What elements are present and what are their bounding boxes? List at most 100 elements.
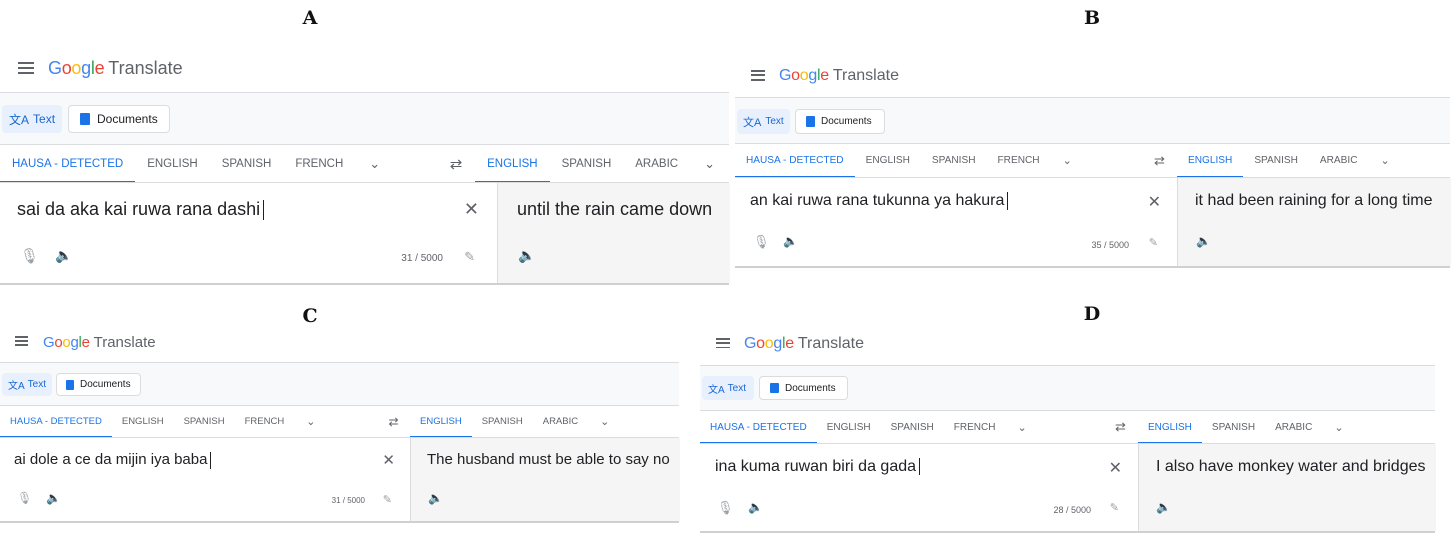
app-header: Google Translate — [735, 56, 1450, 96]
source-lang-tab[interactable]: FRENCH — [235, 406, 295, 437]
source-text[interactable]: ina kuma ruwan biri da gada — [715, 458, 921, 476]
documents-mode-label: Documents — [97, 112, 158, 126]
target-lang-tab[interactable]: ARABIC — [623, 145, 690, 182]
app-logo: Google Translate — [744, 335, 864, 353]
source-text-area[interactable]: ina kuma ruwan biri da gada ✕ 🎙 🔈 28 / 5000 ✎ — [700, 444, 1138, 531]
text-cursor — [210, 451, 212, 469]
microphone-icon[interactable]: 🎙 — [717, 500, 734, 516]
target-lang-tab[interactable]: SPANISH — [1243, 144, 1309, 177]
target-lang-tab[interactable]: ARABIC — [1265, 411, 1322, 443]
app-header: Google Translate — [0, 45, 729, 91]
source-text-area[interactable]: sai da aka kai ruwa rana dashi ✕ 🎙 🔈 31 / 50… — [0, 183, 497, 283]
speaker-icon[interactable]: 🔈 — [748, 500, 763, 514]
documents-mode-label: Documents — [785, 382, 836, 394]
swap-icon[interactable]: ⇄ — [1103, 411, 1138, 443]
pencil-icon[interactable]: ✎ — [1110, 501, 1119, 514]
pencil-icon[interactable]: ✎ — [1149, 236, 1158, 249]
source-lang-tab[interactable]: SPANISH — [174, 406, 235, 437]
target-lang-tab[interactable]: ENGLISH — [475, 145, 550, 183]
source-text-value: ai dole a ce da mijin iya baba — [14, 451, 208, 468]
chevron-down-icon[interactable]: ⌄ — [690, 145, 729, 182]
target-lang-tab[interactable]: ENGLISH — [410, 406, 472, 438]
target-lang-tab[interactable]: SPANISH — [472, 406, 533, 437]
text-mode-button[interactable]: 文A Text — [702, 376, 754, 400]
text-mode-label: Text — [765, 116, 784, 127]
chevron-down-icon[interactable]: ⌄ — [1051, 144, 1084, 177]
source-text-area[interactable]: an kai ruwa rana tukunna ya hakura ✕ 🎙 🔈 35 … — [735, 178, 1177, 266]
chevron-down-icon[interactable]: ⌄ — [1005, 411, 1038, 443]
source-lang-tab[interactable]: FRENCH — [987, 144, 1051, 177]
source-lang-tab[interactable]: HAUSA - DETECTED — [0, 145, 136, 183]
source-text[interactable]: sai da aka kai ruwa rana dashi — [17, 199, 265, 221]
target-lang-tab[interactable]: ARABIC — [1309, 144, 1369, 177]
source-lang-tab[interactable]: ENGLISH — [855, 144, 921, 177]
target-lang-tab[interactable]: ARABIC — [533, 406, 588, 437]
microphone-icon[interactable]: 🎙 — [20, 247, 39, 265]
speaker-icon[interactable]: 🔈 — [46, 491, 61, 505]
text-mode-button[interactable]: 文A Text — [737, 109, 790, 134]
chevron-down-icon[interactable]: ⌄ — [588, 406, 621, 437]
source-text[interactable]: an kai ruwa rana tukunna ya hakura — [750, 192, 1009, 210]
documents-mode-button[interactable]: Documents — [56, 373, 141, 396]
google-wordmark: Google — [43, 333, 90, 351]
menu-icon[interactable] — [18, 62, 34, 74]
target-lang-tab[interactable]: ENGLISH — [1177, 144, 1244, 178]
target-lang-tab[interactable]: SPANISH — [550, 145, 624, 182]
source-lang-tab[interactable]: ENGLISH — [135, 145, 210, 182]
panel-label-d: D — [1083, 303, 1101, 325]
google-wordmark: Google — [48, 57, 105, 78]
source-lang-tab[interactable]: FRENCH — [283, 145, 355, 182]
speaker-icon[interactable]: 🔈 — [1196, 234, 1211, 248]
app-header: Google Translate — [0, 323, 679, 361]
speaker-icon[interactable]: 🔈 — [428, 491, 443, 505]
pencil-icon[interactable]: ✎ — [464, 249, 475, 265]
swap-icon[interactable]: ⇄ — [377, 406, 410, 437]
menu-icon[interactable] — [751, 70, 767, 82]
target-lang-tab[interactable]: SPANISH — [1202, 411, 1265, 443]
language-bar: HAUSA - DETECTED ENGLISH SPANISH FRENCH ⌄ ⇄ EN… — [0, 145, 729, 183]
speaker-icon[interactable]: 🔈 — [1156, 500, 1171, 514]
source-language-tabs: HAUSA - DETECTED ENGLISH SPANISH FRENCH ⌄ — [735, 144, 1142, 178]
source-text[interactable]: ai dole a ce da mijin iya baba — [14, 451, 212, 469]
pencil-icon[interactable]: ✎ — [383, 493, 392, 506]
chevron-down-icon[interactable]: ⌄ — [355, 145, 394, 182]
source-lang-tab[interactable]: HAUSA - DETECTED — [700, 411, 817, 444]
source-lang-tab[interactable]: SPANISH — [881, 411, 944, 443]
speaker-icon[interactable]: 🔈 — [518, 247, 535, 264]
speaker-icon[interactable]: 🔈 — [55, 247, 72, 264]
chevron-down-icon[interactable]: ⌄ — [1369, 144, 1402, 177]
source-lang-tab[interactable]: FRENCH — [944, 411, 1006, 443]
menu-icon[interactable] — [716, 338, 732, 350]
source-lang-tab[interactable]: ENGLISH — [817, 411, 881, 443]
swap-icon[interactable]: ⇄ — [1142, 144, 1177, 177]
source-lang-tab[interactable]: ENGLISH — [112, 406, 174, 437]
close-icon[interactable]: ✕ — [1109, 458, 1122, 478]
microphone-icon[interactable]: 🎙 — [753, 234, 770, 250]
microphone-icon[interactable]: 🎙 — [17, 491, 32, 505]
character-count: 35 / 5000 — [1091, 240, 1129, 250]
swap-icon[interactable]: ⇄ — [437, 145, 475, 182]
documents-mode-button[interactable]: Documents — [795, 109, 885, 134]
source-lang-tab[interactable]: SPANISH — [210, 145, 284, 182]
source-lang-tab[interactable]: HAUSA - DETECTED — [0, 406, 112, 438]
source-lang-tab[interactable]: HAUSA - DETECTED — [735, 144, 855, 178]
character-count: 31 / 5000 — [401, 253, 443, 264]
chevron-down-icon[interactable]: ⌄ — [1322, 411, 1355, 443]
speaker-icon[interactable]: 🔈 — [783, 234, 798, 248]
menu-icon[interactable] — [15, 336, 31, 348]
target-lang-tab[interactable]: ENGLISH — [1138, 411, 1202, 444]
close-icon[interactable]: ✕ — [382, 451, 395, 469]
close-icon[interactable]: ✕ — [1148, 192, 1161, 212]
app-logo: Google Translate — [48, 58, 183, 79]
source-lang-tab[interactable]: SPANISH — [921, 144, 987, 177]
text-mode-button[interactable]: 文A Text — [2, 373, 52, 396]
documents-mode-button[interactable]: Documents — [68, 105, 170, 133]
chevron-down-icon[interactable]: ⌄ — [294, 406, 327, 437]
target-language-tabs: ENGLISH SPANISH ARABIC ⌄ — [1138, 411, 1356, 444]
panel-label-b: B — [1083, 7, 1101, 29]
source-text-area[interactable]: ai dole a ce da mijin iya baba ✕ 🎙 🔈 31 / 50… — [0, 438, 410, 521]
documents-mode-button[interactable]: Documents — [759, 376, 848, 400]
mode-bar: 文A Text Documents — [0, 363, 679, 405]
text-mode-button[interactable]: 文A Text — [2, 105, 62, 133]
close-icon[interactable]: ✕ — [464, 199, 479, 220]
